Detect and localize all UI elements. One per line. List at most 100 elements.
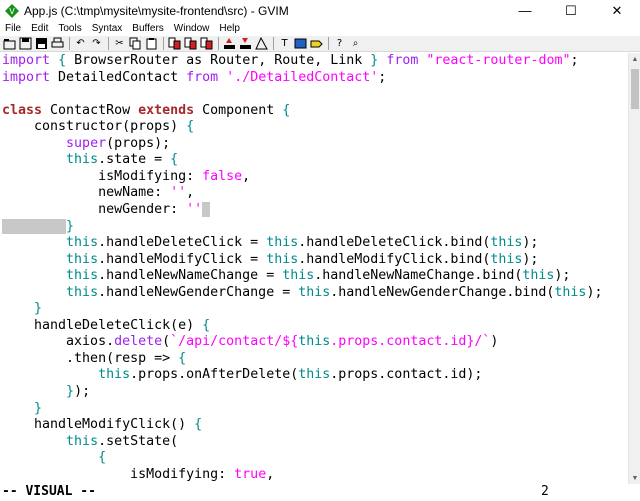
code-token: this <box>98 367 131 383</box>
vertical-scrollbar[interactable]: ▲ ▼ <box>628 53 640 484</box>
menu-file[interactable]: File <box>0 23 26 34</box>
menu-tools[interactable]: Tools <box>53 23 86 34</box>
svg-text:V: V <box>9 7 15 16</box>
code-token: { <box>194 417 203 433</box>
code-token: import <box>2 69 51 85</box>
code-line: { <box>2 450 106 467</box>
code-line: } <box>2 401 42 418</box>
code-line: this.handleNewGenderChange = this.handle… <box>2 285 602 302</box>
cut-icon[interactable]: ✂ <box>113 37 126 50</box>
code-line: } <box>2 301 42 318</box>
code-token: .props.onAfterDelete( <box>130 367 299 383</box>
code-line: handleDeleteClick(e) { <box>2 318 210 335</box>
code-token: axios. <box>2 334 115 350</box>
code-token <box>2 218 67 234</box>
make-icon[interactable]: T <box>278 37 291 50</box>
save-icon[interactable] <box>19 37 32 50</box>
save-all-icon[interactable] <box>35 37 48 50</box>
code-token: false <box>202 168 243 184</box>
help-icon[interactable]: ? <box>333 37 346 50</box>
code-token: isModifying: <box>2 466 235 482</box>
menu-help[interactable]: Help <box>214 23 245 34</box>
code-token: .handleDeleteClick = <box>98 235 267 251</box>
code-token: './DetailedContact' <box>226 69 379 85</box>
print-icon[interactable] <box>51 37 64 50</box>
code-token: ); <box>586 284 603 300</box>
code-token: import <box>2 53 51 68</box>
paste-icon[interactable] <box>145 37 158 50</box>
copy-icon[interactable] <box>129 37 142 50</box>
code-token: this <box>282 268 315 284</box>
menu-edit[interactable]: Edit <box>26 23 53 34</box>
menu-syntax[interactable]: Syntax <box>87 23 128 34</box>
save-session-icon[interactable] <box>239 37 252 50</box>
redo-icon[interactable]: ↷ <box>90 37 103 50</box>
shell-icon[interactable] <box>294 37 307 50</box>
toolbar: ↶ ↷ ✂ T ? ⌕ <box>0 36 640 52</box>
find-prev-icon[interactable] <box>200 37 213 50</box>
undo-icon[interactable]: ↶ <box>74 37 87 50</box>
code-line: this.handleNewNameChange = this.handleNe… <box>2 268 570 285</box>
code-line: .then(resp => { <box>2 351 186 368</box>
scroll-up-arrow-icon[interactable]: ▲ <box>629 53 640 65</box>
tag-jump-icon[interactable] <box>310 37 323 50</box>
code-token: '' <box>170 185 187 201</box>
code-token: handleDeleteClick(e) <box>2 317 203 333</box>
find-replace-icon[interactable] <box>168 37 181 50</box>
code-line: import DetailedContact from './DetailedC… <box>2 70 386 87</box>
open-icon[interactable] <box>3 37 16 50</box>
vim-app-icon: V <box>5 3 19 18</box>
code-line: import { BrowserRouter as Router, Route,… <box>2 53 579 70</box>
code-token: { <box>186 119 195 135</box>
code-line: super(props); <box>2 136 170 153</box>
code-token: this <box>66 235 99 251</box>
code-token: DetailedContact <box>50 69 187 85</box>
text-editor[interactable]: import { BrowserRouter as Router, Route,… <box>0 53 628 484</box>
menu-buffers[interactable]: Buffers <box>127 23 169 34</box>
code-token: this <box>490 251 523 267</box>
code-token: this <box>266 251 299 267</box>
command-line: -- VISUAL -- 2 <box>0 484 640 501</box>
load-session-icon[interactable] <box>223 37 236 50</box>
code-token: (props); <box>106 135 171 151</box>
run-script-icon[interactable] <box>255 37 268 50</box>
code-token: { <box>170 152 179 168</box>
toolbar-separator <box>69 37 70 50</box>
code-token: class <box>2 102 43 118</box>
code-token: { <box>202 317 211 333</box>
code-token: ( <box>162 334 171 350</box>
minimize-button[interactable]: — <box>502 0 548 21</box>
code-token: this <box>298 284 331 300</box>
menu-bar: File Edit Tools Syntax Buffers Window He… <box>0 21 640 36</box>
toolbar-separator <box>218 37 219 50</box>
code-token: ) <box>490 334 499 350</box>
code-token: , <box>242 168 251 184</box>
menu-window[interactable]: Window <box>169 23 215 34</box>
scrollbar-thumb[interactable] <box>631 69 639 109</box>
code-token: this <box>66 433 99 449</box>
find-next-icon[interactable] <box>184 37 197 50</box>
find-help-icon[interactable]: ⌕ <box>349 37 362 50</box>
code-token: newGender: <box>2 201 187 217</box>
close-button[interactable]: ✕ <box>594 0 640 21</box>
code-token: { <box>282 102 291 118</box>
code-token: .handleNewNameChange.bind( <box>314 268 523 284</box>
scroll-down-arrow-icon[interactable]: ▼ <box>629 472 640 484</box>
code-token: constructor(props) <box>2 119 187 135</box>
code-line: constructor(props) { <box>2 119 194 136</box>
code-token: .handleModifyClick = <box>98 251 267 267</box>
code-token: BrowserRouter as Router, Route, Link <box>66 53 371 68</box>
code-line: this.setState( <box>2 434 178 451</box>
code-token: .handleNewGenderChange.bind( <box>330 284 555 300</box>
maximize-button[interactable]: ☐ <box>548 0 594 21</box>
code-token: { <box>98 450 107 466</box>
code-token: , <box>266 466 275 482</box>
